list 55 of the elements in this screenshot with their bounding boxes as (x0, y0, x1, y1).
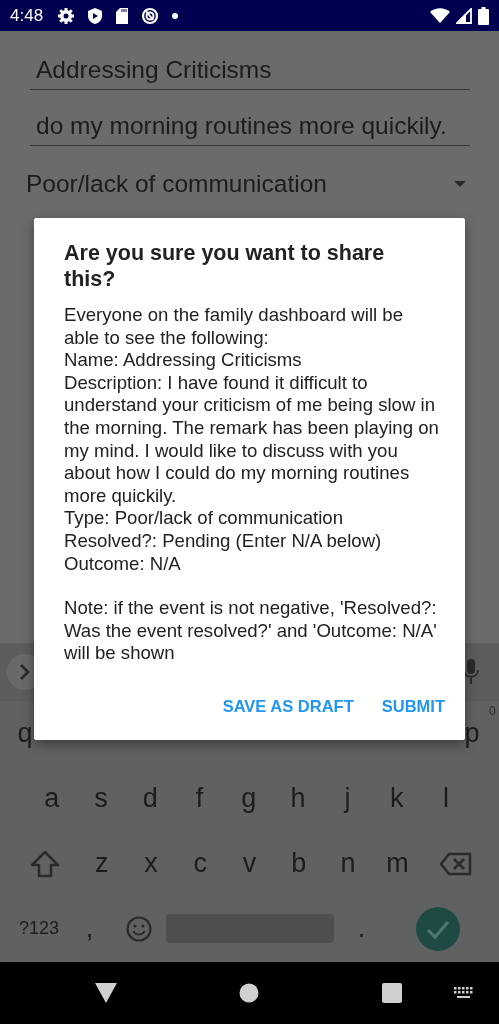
keyboard-key[interactable]: d (136, 783, 164, 814)
keyboard-key[interactable]: v (236, 848, 263, 879)
field-value: do my morning routines more quickily. (36, 112, 447, 139)
backspace-icon[interactable] (439, 851, 472, 876)
dialog-text: Name: Addressing Criticisms (64, 349, 303, 372)
dropdown-arrow-icon (454, 181, 466, 187)
keyboard-key[interactable]: . (351, 913, 372, 944)
shift-icon[interactable] (30, 849, 60, 878)
home-icon[interactable] (239, 983, 259, 1003)
clock-time: 4:48 (10, 5, 44, 26)
keyboard-key[interactable]: b (285, 848, 313, 879)
keyboard-key[interactable]: c (187, 848, 213, 879)
type-dropdown[interactable]: Poor/lack of communication (26, 170, 470, 198)
keyboard-key[interactable]: g (235, 783, 263, 814)
emoji-icon[interactable] (125, 915, 152, 942)
wifi-icon (430, 7, 450, 24)
keyboard-key[interactable]: x (138, 848, 164, 879)
shield-icon (87, 6, 104, 25)
dialog-text: Type: Poor/lack of communication (64, 507, 345, 530)
keyboard-key[interactable]: l (437, 783, 455, 814)
signal-icon (456, 7, 472, 24)
keyboard-key[interactable]: j (338, 783, 357, 814)
check-icon[interactable] (415, 906, 460, 951)
dialog-text: Everyone on the family dashboard will be able to see the following: (64, 304, 404, 350)
dialog-note: Note: if the event is not negative, 'Resolved?: Was the event resolved?' and 'Outcome: N/A' will be shown (64, 597, 438, 665)
dialog-text: Outcome: N/A (64, 552, 182, 576)
sd-card-icon (115, 6, 130, 25)
dialog-button[interactable]: SAVE AS DRAFT (212, 688, 364, 724)
keyboard-key[interactable]: f (189, 783, 210, 814)
microphone-icon[interactable] (463, 659, 479, 685)
keyboard-key[interactable]: s (88, 783, 114, 814)
field-value: Addressing Criticisms (36, 56, 272, 83)
dialog-button[interactable]: SUBMIT (371, 688, 455, 724)
keyboard-icon[interactable] (454, 987, 474, 999)
dialog-text: Description: I have found it difficult to understand your criticism of me being slow in the morning. The remark has been playing on my mind. I would like to discuss with you about how I could do my morning routines more quickily. (64, 371, 440, 508)
keyboard-key[interactable]: q (11, 718, 39, 749)
recents-icon[interactable] (382, 983, 402, 1003)
gear-icon (57, 6, 76, 25)
keyboard-key[interactable]: z (88, 848, 115, 879)
symbols-key[interactable]: ?123 (13, 918, 66, 939)
keyboard-key[interactable]: m (380, 848, 415, 879)
battery-icon (478, 6, 489, 25)
dropdown-value: Poor/lack of communication (26, 170, 327, 198)
keyboard-key[interactable]: h (284, 783, 312, 814)
dot-icon (171, 11, 180, 20)
circle-logo-icon (141, 6, 160, 25)
keyboard-key[interactable]: k (383, 783, 410, 814)
keyboard-key[interactable]: n (334, 848, 362, 879)
keyboard-key[interactable]: , (79, 913, 100, 944)
dialog-text: Resolved?: Pending (Enter N/A below) (64, 529, 383, 553)
description-field[interactable]: do my morning routines more quickily. (30, 112, 470, 146)
dialog-title: Are you sure you want to share this? (64, 240, 386, 292)
back-icon[interactable] (95, 983, 117, 1003)
keyboard-key[interactable]: a (38, 783, 66, 814)
name-field[interactable]: Addressing Criticisms (30, 56, 470, 90)
